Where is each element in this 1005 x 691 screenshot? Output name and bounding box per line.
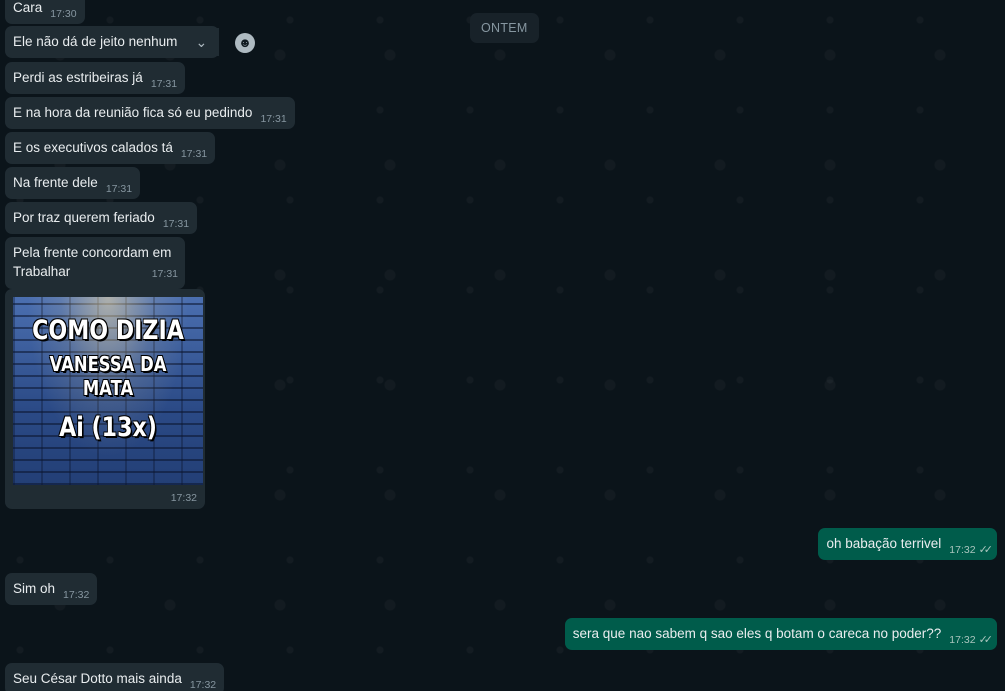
message-incoming[interactable]: Perdi as estribeiras já 17:31 — [5, 62, 186, 94]
sticker-image[interactable]: COMO DIZIA VANESSA DA MATA Ai (13x) — [13, 297, 203, 485]
message-time: 17:31 — [150, 78, 178, 90]
image-caption-line: VANESSA DA MATA — [49, 352, 167, 400]
message-outgoing[interactable]: sera que nao sabem q sao eles q botam o … — [564, 618, 997, 650]
message-incoming[interactable]: Cara 17:30 — [5, 0, 85, 24]
message-time: 17:32 — [63, 589, 90, 601]
image-caption-line: Ai (13x) — [59, 412, 157, 443]
message-text: Trabalhar — [13, 264, 71, 279]
message-text: oh babação terrivel — [826, 536, 942, 551]
message-time: 17:31 — [180, 148, 208, 160]
message-time: 17:30 — [50, 8, 77, 20]
message-incoming[interactable]: E os executivos calados tá 17:31 — [5, 132, 216, 164]
message-outgoing[interactable]: oh babação terrivel 17:32 ✓✓ — [818, 528, 997, 560]
message-incoming[interactable]: Seu César Dotto mais ainda 17:32 — [5, 663, 225, 691]
image-caption-line: COMO DIZIA — [32, 315, 184, 346]
message-text: Perdi as estribeiras já — [13, 70, 143, 85]
message-text: Por traz querem feriado — [13, 210, 155, 225]
date-divider: ONTEM — [470, 13, 539, 43]
message-incoming[interactable]: E na hora da reunião fica só eu pedindo 1… — [5, 97, 295, 129]
chevron-down-icon[interactable]: ⌄ — [183, 28, 220, 57]
message-time: 17:32 — [949, 634, 976, 646]
message-incoming[interactable]: Pela frente concordam em Trabalhar 17:31 — [5, 237, 185, 289]
message-text: Ele não dá de jeito nenhum — [13, 34, 178, 49]
message-text: Sim oh — [13, 581, 56, 596]
message-time: 17:32 — [949, 544, 976, 556]
message-text: E na hora da reunião fica só eu pedindo — [13, 105, 253, 120]
message-text: Cara — [13, 0, 43, 15]
message-time: 17:31 — [105, 183, 133, 195]
double-check-icon: ✓✓ — [978, 544, 994, 556]
message-text: E os executivos calados tá — [13, 140, 173, 155]
message-incoming[interactable]: Sim oh 17:32 — [5, 573, 98, 605]
message-time: 17:31 — [162, 218, 190, 230]
message-incoming[interactable]: Ele não dá de jeito nenhum ⌄ — [5, 26, 220, 58]
message-text: Seu César Dotto mais ainda — [13, 671, 182, 686]
emoji-icon[interactable]: ☻ — [235, 33, 255, 53]
chat-panel: ONTEM Cara 17:30 Ele não dá de jeito nenh… — [0, 0, 1005, 691]
message-incoming[interactable]: Na frente dele 17:31 — [5, 167, 141, 199]
message-time: 17:32 — [189, 679, 217, 691]
message-time: 17:31 — [260, 113, 287, 125]
message-text: Na frente dele — [13, 175, 98, 190]
double-check-icon: ✓✓ — [978, 634, 994, 646]
message-text: Pela frente concordam em — [13, 245, 172, 260]
image-message[interactable]: COMO DIZIA VANESSA DA MATA Ai (13x) 17:3… — [5, 289, 205, 509]
message-time: 17:32 — [170, 492, 197, 504]
message-text: sera que nao sabem q sao eles q botam o … — [572, 626, 942, 641]
message-incoming[interactable]: Por traz querem feriado 17:31 — [5, 202, 198, 234]
message-time: 17:31 — [151, 268, 178, 280]
